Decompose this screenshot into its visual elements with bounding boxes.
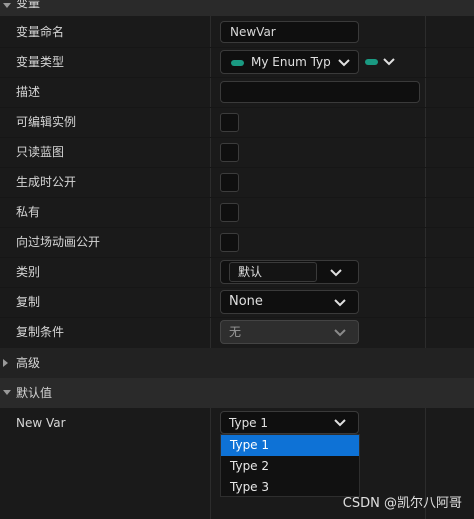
category-variable-label: 变量 xyxy=(16,0,41,10)
chevron-down-icon xyxy=(338,59,350,67)
row-separator xyxy=(0,137,474,138)
new-var-label: New Var xyxy=(16,416,66,430)
var-name-input[interactable]: NewVar xyxy=(220,21,359,43)
expose-to-cinematics-checkbox[interactable] xyxy=(220,233,239,252)
replication-dropdown[interactable]: None xyxy=(220,290,359,314)
chevron-down-icon xyxy=(334,329,346,337)
var-type-value: My Enum Type xyxy=(251,55,331,69)
chevron-down-icon xyxy=(330,269,342,277)
private-checkbox[interactable] xyxy=(220,203,239,222)
description-label: 描述 xyxy=(16,85,41,99)
category-value: 默认 xyxy=(238,265,263,279)
category-variable[interactable]: 变量 xyxy=(0,0,474,16)
row-separator xyxy=(0,257,474,258)
menu-option-type-1[interactable]: Type 1 xyxy=(221,435,359,456)
replication-condition-value: 无 xyxy=(229,325,242,339)
enum-options-menu: Type 1 Type 2 Type 3 xyxy=(220,434,360,497)
category-label: 类别 xyxy=(16,265,41,279)
replication-condition-dropdown[interactable]: 无 xyxy=(220,320,359,344)
var-name-label: 变量命名 xyxy=(16,25,65,39)
new-var-dropdown[interactable]: Type 1 xyxy=(220,411,359,434)
replication-condition-label: 复制条件 xyxy=(16,325,65,339)
chevron-down-icon xyxy=(334,299,346,307)
enum-type-pill-icon xyxy=(365,59,378,65)
row-separator xyxy=(0,107,474,108)
row-separator xyxy=(0,227,474,228)
menu-option-type-2[interactable]: Type 2 xyxy=(221,456,359,477)
expose-to-cinematics-label: 向过场动画公开 xyxy=(16,235,101,249)
instance-editable-label: 可编辑实例 xyxy=(16,115,77,129)
chevron-down-icon xyxy=(383,58,395,66)
new-var-value: Type 1 xyxy=(229,416,269,430)
expose-on-spawn-label: 生成时公开 xyxy=(16,175,77,189)
menu-option-type-3[interactable]: Type 3 xyxy=(221,477,359,498)
chevron-down-icon xyxy=(334,419,346,427)
row-separator xyxy=(0,167,474,168)
category-advanced-label: 高级 xyxy=(16,356,41,370)
caret-right-icon xyxy=(3,359,8,367)
category-default-value-label: 默认值 xyxy=(16,386,53,400)
expose-on-spawn-checkbox[interactable] xyxy=(220,173,239,192)
var-type-label: 变量类型 xyxy=(16,55,65,69)
replication-value: None xyxy=(229,294,263,309)
row-separator xyxy=(0,47,474,48)
category-default-value[interactable]: 默认值 xyxy=(0,378,474,408)
private-label: 私有 xyxy=(16,205,41,219)
caret-down-icon xyxy=(3,390,11,395)
readonly-blueprint-checkbox[interactable] xyxy=(220,143,239,162)
description-input[interactable] xyxy=(220,81,420,103)
replication-label: 复制 xyxy=(16,295,41,309)
category-combo[interactable]: 默认 xyxy=(220,260,359,284)
caret-down-icon xyxy=(3,3,11,8)
category-text-field[interactable]: 默认 xyxy=(229,262,317,282)
watermark: CSDN @凯尔八阿哥 xyxy=(342,496,462,511)
row-separator xyxy=(0,197,474,198)
row-separator xyxy=(0,77,474,78)
row-separator xyxy=(0,317,474,318)
container-type-dropdown[interactable] xyxy=(363,52,399,72)
var-type-dropdown[interactable]: My Enum Type xyxy=(220,50,359,74)
category-advanced[interactable]: 高级 xyxy=(0,348,474,378)
readonly-blueprint-label: 只读蓝图 xyxy=(16,145,65,159)
enum-type-pill-icon xyxy=(231,60,244,66)
row-separator xyxy=(0,287,474,288)
instance-editable-checkbox[interactable] xyxy=(220,113,239,132)
